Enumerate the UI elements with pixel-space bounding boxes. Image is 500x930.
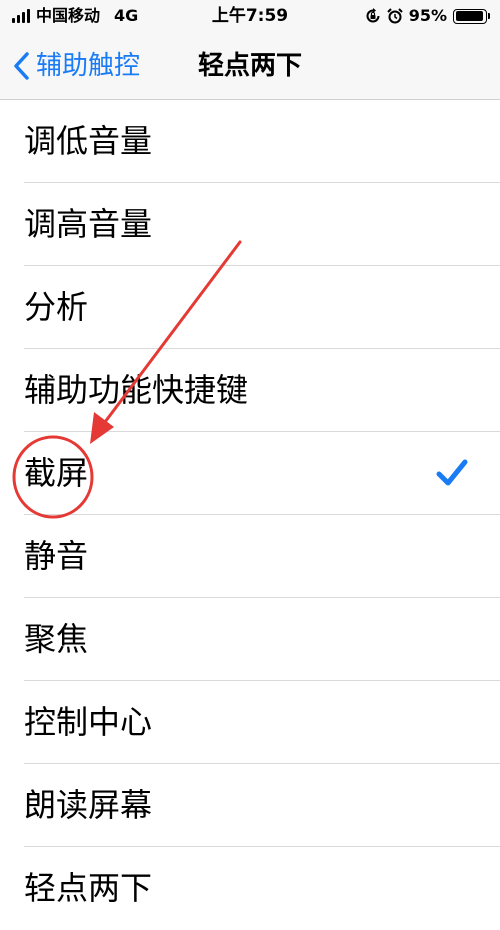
orientation-lock-icon	[366, 8, 380, 23]
status-right: 95%	[365, 6, 490, 26]
back-button[interactable]: 辅助触控	[12, 50, 140, 82]
list-item-label: 朗读屏幕	[24, 786, 153, 824]
page-title: 轻点两下	[198, 51, 303, 81]
list-item-label: 控制中心	[24, 703, 153, 741]
list-item-label: 静音	[24, 537, 89, 575]
list-item-volume-down[interactable]: 调低音量	[0, 100, 500, 183]
list-item-double-tap[interactable]: 轻点两下	[0, 847, 500, 930]
battery-icon	[453, 8, 490, 24]
signal-icon	[12, 9, 30, 23]
list-item-label: 辅助功能快捷键	[24, 371, 249, 409]
navigation-bar: 辅助触控 轻点两下	[0, 32, 500, 100]
list-item-label: 调低音量	[24, 122, 153, 160]
list-item-analytics[interactable]: 分析	[0, 266, 500, 349]
status-left: 中国移动 4G	[12, 6, 138, 26]
list-item-zoom[interactable]: 聚焦	[0, 598, 500, 681]
action-list: 调低音量 调高音量 分析 辅助功能快捷键 截屏 静音 聚焦 控制中心 朗读屏幕 …	[0, 100, 500, 930]
back-button-label: 辅助触控	[36, 51, 141, 81]
network-type: 4G	[114, 6, 139, 25]
battery-percent: 95%	[408, 6, 447, 25]
list-item-mute[interactable]: 静音	[0, 515, 500, 598]
list-item-speak-screen[interactable]: 朗读屏幕	[0, 764, 500, 847]
status-bar: 中国移动 4G 上午7:59 95%	[0, 0, 500, 32]
list-item-label: 截屏	[24, 454, 89, 492]
list-item-label: 聚焦	[24, 620, 89, 658]
list-item-volume-up[interactable]: 调高音量	[0, 183, 500, 266]
list-item-screenshot[interactable]: 截屏	[0, 432, 500, 515]
checkmark-icon	[436, 459, 468, 486]
list-item-label: 轻点两下	[24, 869, 153, 907]
list-item-label: 分析	[24, 288, 89, 326]
list-item-control-center[interactable]: 控制中心	[0, 681, 500, 764]
chevron-left-icon	[14, 52, 29, 80]
carrier-name: 中国移动	[36, 6, 101, 25]
alarm-icon	[386, 8, 403, 24]
list-item-accessibility-shortcut[interactable]: 辅助功能快捷键	[0, 349, 500, 432]
list-item-label: 调高音量	[24, 205, 153, 243]
